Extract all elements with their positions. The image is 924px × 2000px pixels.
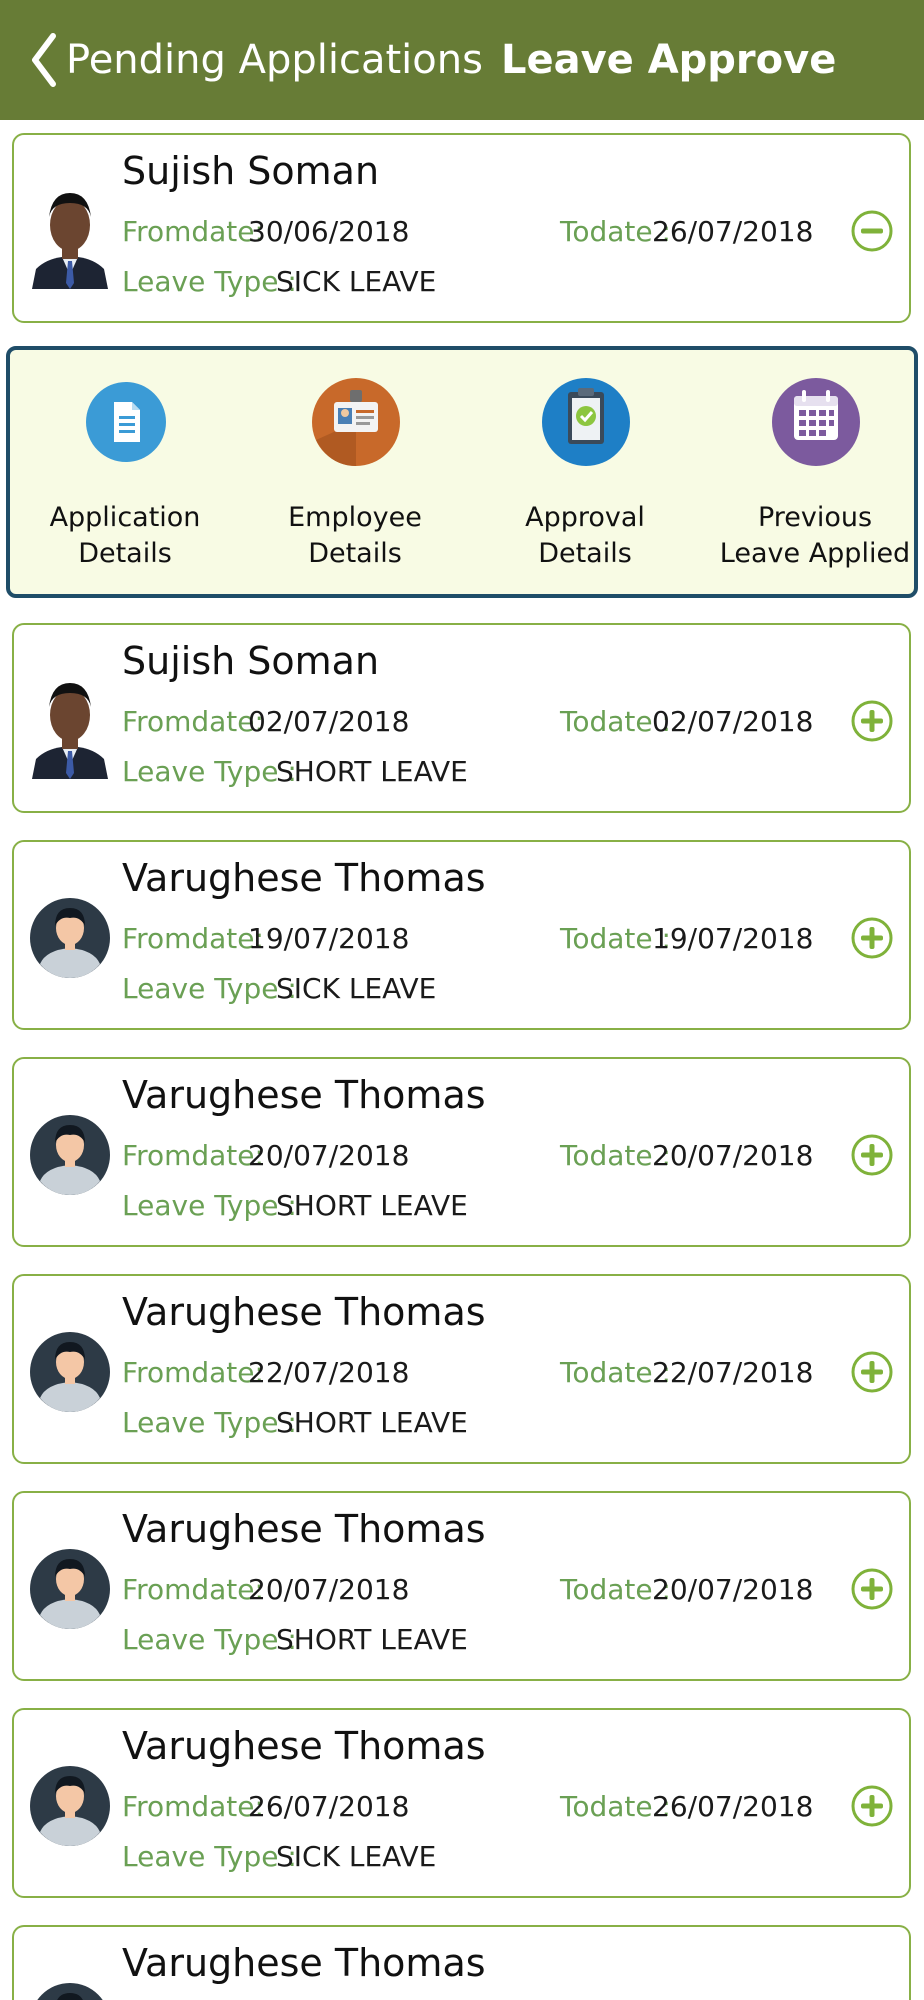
fromdate-value: 26/07/2018 [248, 1790, 410, 1823]
leave-type-value: SHORT LEAVE [276, 1406, 468, 1439]
leave-type-value: SHORT LEAVE [276, 1623, 468, 1656]
fromdate-value: 20/07/2018 [248, 1573, 410, 1606]
fromdate-label: Fromdate: [122, 1790, 264, 1823]
avatar-placeholder-icon [30, 1549, 110, 1629]
application-details-button[interactable]: Application Details [20, 370, 230, 590]
previous-leave-button[interactable]: Previous Leave Applied [710, 370, 920, 590]
action-label-line2: Details [538, 538, 632, 569]
action-label-line2: Details [78, 538, 172, 569]
employee-name: Varughese Thomas [122, 1507, 486, 1551]
leave-type-label: Leave Type : [122, 1406, 297, 1439]
employee-name: Sujish Soman [122, 639, 380, 683]
page-title: Leave Approve [500, 37, 837, 83]
leave-type-label: Leave Type : [122, 1623, 297, 1656]
application-card[interactable]: Varughese Thomas Fromdate: 20/07/2018 To… [12, 1491, 911, 1681]
expand-plus-icon[interactable] [850, 1133, 894, 1177]
leave-type-value: SHORT LEAVE [276, 1189, 468, 1222]
action-label-line1: Employee [288, 502, 422, 533]
action-panel: Application Details Employee Details App… [6, 346, 918, 598]
expand-plus-icon[interactable] [850, 1784, 894, 1828]
action-label-line1: Approval [525, 502, 645, 533]
leave-type-label: Leave Type : [122, 265, 297, 298]
back-label[interactable]: Pending Applications [66, 37, 483, 83]
application-card[interactable]: Sujish Soman Fromdate: 30/06/2018 Todate… [12, 133, 911, 323]
employee-name: Varughese Thomas [122, 856, 486, 900]
fromdate-value: 02/07/2018 [248, 705, 410, 738]
avatar-placeholder-icon [37, 1983, 103, 2000]
leave-type-value: SICK LEAVE [276, 1840, 437, 1873]
avatar-placeholder-icon [30, 1115, 110, 1195]
todate-value: 22/07/2018 [652, 1356, 814, 1389]
application-card[interactable]: Varughese Thomas Fromdate: 26/07/2018 To… [12, 1708, 911, 1898]
application-card[interactable]: Varughese Thomas Fromdate: 20/07/2018 To… [12, 1057, 911, 1247]
leave-type-value: SHORT LEAVE [276, 755, 468, 788]
employee-name: Varughese Thomas [122, 1724, 486, 1768]
fromdate-value: 19/07/2018 [248, 922, 410, 955]
todate-value: 20/07/2018 [652, 1573, 814, 1606]
back-button[interactable] [24, 30, 64, 90]
clipboard-check-icon [542, 378, 630, 466]
leave-type-value: SICK LEAVE [276, 265, 437, 298]
action-label-line1: Previous [757, 502, 873, 533]
employee-details-button[interactable]: Employee Details [250, 370, 460, 590]
id-card-icon [312, 378, 400, 466]
chevron-left-icon [32, 33, 56, 87]
leave-type-label: Leave Type : [122, 1840, 297, 1873]
employee-name: Varughese Thomas [122, 1073, 486, 1117]
todate-value: 26/07/2018 [652, 215, 814, 248]
avatar-placeholder-icon [30, 1766, 110, 1846]
action-label-line2: Leave Applied [719, 538, 911, 569]
avatar-placeholder-icon [30, 1332, 110, 1412]
expand-plus-icon[interactable] [850, 1567, 894, 1611]
approval-details-button[interactable]: Approval Details [480, 370, 690, 590]
avatar-placeholder-icon [30, 898, 110, 978]
avatar-photo [22, 663, 118, 779]
application-card[interactable]: Varughese Thomas Fromdate: 19/07/2018 To… [12, 840, 911, 1030]
fromdate-label: Fromdate: [122, 1573, 264, 1606]
application-card[interactable]: Varughese Thomas [12, 1925, 911, 2000]
expand-plus-icon[interactable] [850, 699, 894, 743]
employee-name: Varughese Thomas [122, 1290, 486, 1334]
fromdate-value: 20/07/2018 [248, 1139, 410, 1172]
todate-value: 26/07/2018 [652, 1790, 814, 1823]
leave-type-label: Leave Type : [122, 755, 297, 788]
action-label-line1: Application [49, 502, 201, 533]
action-label-line2: Details [308, 538, 402, 569]
leave-type-label: Leave Type : [122, 972, 297, 1005]
fromdate-label: Fromdate: [122, 705, 264, 738]
collapse-minus-icon[interactable] [850, 209, 894, 253]
employee-name: Sujish Soman [122, 149, 380, 193]
leave-type-label: Leave Type : [122, 1189, 297, 1222]
application-card[interactable]: Varughese Thomas Fromdate: 22/07/2018 To… [12, 1274, 911, 1464]
fromdate-value: 30/06/2018 [248, 215, 410, 248]
header-title: Pending Applications Leave Approve [66, 0, 836, 120]
avatar-photo [22, 173, 118, 289]
document-icon [86, 382, 166, 462]
todate-value: 19/07/2018 [652, 922, 814, 955]
application-card[interactable]: Sujish Soman Fromdate: 02/07/2018 Todate… [12, 623, 911, 813]
fromdate-value: 22/07/2018 [248, 1356, 410, 1389]
todate-value: 20/07/2018 [652, 1139, 814, 1172]
fromdate-label: Fromdate: [122, 215, 264, 248]
fromdate-label: Fromdate: [122, 1139, 264, 1172]
header-bar: Pending Applications Leave Approve [0, 0, 924, 120]
calendar-icon [772, 378, 860, 466]
fromdate-label: Fromdate: [122, 922, 264, 955]
employee-name: Varughese Thomas [122, 1941, 486, 1985]
todate-value: 02/07/2018 [652, 705, 814, 738]
expand-plus-icon[interactable] [850, 1350, 894, 1394]
leave-type-value: SICK LEAVE [276, 972, 437, 1005]
fromdate-label: Fromdate: [122, 1356, 264, 1389]
expand-plus-icon[interactable] [850, 916, 894, 960]
